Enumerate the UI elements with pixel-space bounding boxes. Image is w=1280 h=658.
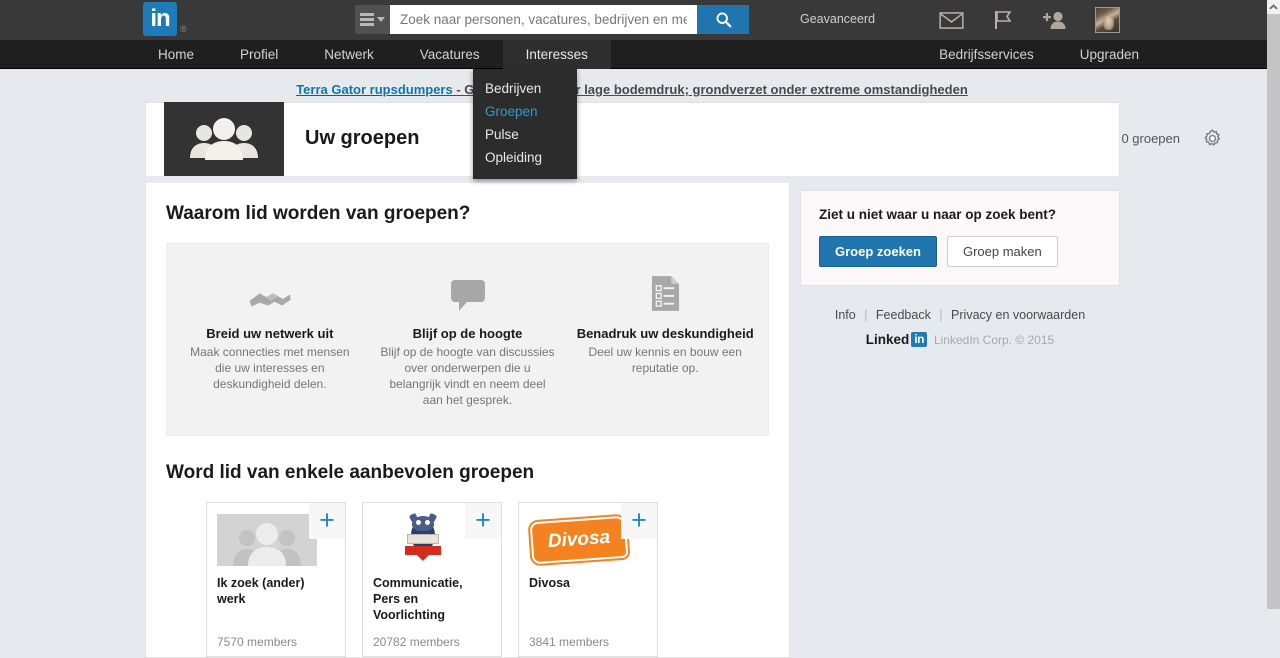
benefits-section-title: Waarom lid worden van groepen? [166,203,471,224]
ad-banner-text[interactable]: Terra Gator rupsdumpers - Grote banden v… [272,82,992,97]
group-name: Divosa [529,575,570,590]
scroll-up-button[interactable] [1267,0,1280,14]
create-group-button[interactable]: Groep maken [946,236,1058,267]
global-search [355,5,749,34]
registered-mark: ® [180,24,187,34]
page-header-card [145,102,1120,176]
join-group-button[interactable]: + [309,502,345,539]
group-logo: Divosa [529,513,629,568]
gear-icon[interactable] [1203,129,1222,153]
find-group-actions: Groep zoeken Groep maken [819,236,1101,267]
dropdown-item-bedrijven[interactable]: Bedrijven [473,77,577,100]
benefit-heading: Breid uw netwerk uit [206,326,334,341]
footer-link-feedback[interactable]: Feedback [876,308,931,322]
benefit-heading: Benadruk uw deskundigheid [576,326,754,341]
ad-banner-separator: - [452,82,465,97]
nav-item-interesses[interactable]: Interesses [502,40,611,69]
recommended-groups-list: + Ik zoek (ander) werk 7570 members + Co… [206,501,789,657]
divosa-logo-icon: Divosa [529,515,629,565]
nav-item-home[interactable]: Home [135,40,217,69]
top-bar-icon-group [925,0,1133,40]
footer-link-privacy[interactable]: Privacy en voorwaarden [951,308,1085,322]
page-title: Uw groepen [305,127,420,149]
dropdown-item-groepen[interactable]: Groepen [473,100,577,123]
footer-copyright-row: Linked in LinkedIn Corp. © 2015 [800,332,1120,347]
search-type-dropdown[interactable] [355,5,390,34]
linkedin-footer-badge: in [911,332,927,347]
join-group-button[interactable]: + [621,502,657,539]
recommended-section-title: Word lid van enkele aanbevolen groepen [166,461,535,483]
generic-group-placeholder-icon [217,514,317,567]
advanced-search-link[interactable]: Geavanceerd [800,12,875,26]
nav-right-group: Bedrijfsservices Upgraden [916,40,1162,69]
global-top-bar: in ® Geavanceerd [0,0,1267,40]
chevron-down-icon [377,17,385,22]
group-logo [373,512,473,568]
linkedin-footer-logo: Linked in [866,332,927,347]
handshake-icon [181,268,359,312]
group-name: Communicatie, Pers en Voorlichting [373,575,463,622]
groups-count: 0 groepen [1121,131,1180,146]
benefit-body: Blijf op de hoogte van discussies over o… [380,345,555,407]
group-member-count: 7570 members [217,634,298,649]
benefit-item: Benadruk uw deskundigheid Deel uw kennis… [566,268,764,409]
footer-links: Info | Feedback | Privacy en voorwaarden [800,308,1120,322]
nav-item-profiel[interactable]: Profiel [217,40,301,69]
nav-left-group: Home Profiel Netwerk Vacatures Interesse… [135,40,611,69]
linkedin-logo-mark: in [143,2,177,36]
plus-icon: + [631,505,647,536]
dropdown-item-pulse[interactable]: Pulse [473,123,577,146]
interesses-dropdown-menu: Bedrijven Groepen Pulse Opleiding [473,69,577,179]
footer-link-info[interactable]: Info [835,308,856,322]
groups-icon [164,102,284,176]
footer-divider: | [939,308,943,322]
benefits-panel: Breid uw netwerk uit Maak connecties met… [166,243,769,436]
copyright-text: LinkedIn Corp. © 2015 [933,332,1055,347]
linkedin-footer-word: Linked [865,332,910,347]
plus-icon: + [475,505,491,536]
plus-icon: + [319,505,335,536]
checklist-document-icon [576,268,754,312]
chevron-up-icon [1269,4,1278,10]
primary-navigation: Home Profiel Netwerk Vacatures Interesse… [0,40,1267,69]
search-submit-button[interactable] [697,5,749,34]
search-icon [716,12,731,28]
footer-divider: | [864,308,868,322]
linkedin-logo[interactable]: in ® [143,2,187,36]
join-group-button[interactable]: + [465,502,501,539]
benefit-body: Maak connecties met mensen die uw intere… [190,345,350,391]
avatar [1094,7,1120,33]
owl-logo-icon [403,512,443,566]
group-member-count: 20782 members [373,634,460,649]
nav-item-bedrijfsservices[interactable]: Bedrijfsservices [916,40,1057,69]
group-name: Ik zoek (ander) werk [217,575,305,606]
group-card[interactable]: Divosa + Divosa 3841 members [518,501,658,657]
nav-item-vacatures[interactable]: Vacatures [397,40,503,69]
group-card[interactable]: + Ik zoek (ander) werk 7570 members [206,501,346,657]
find-group-prompt: Ziet u niet waar u naar op zoek bent? [819,207,1057,222]
flag-icon[interactable] [977,0,1029,40]
search-input[interactable] [390,5,697,34]
page-scrollbar[interactable] [1267,0,1280,609]
hamburger-icon [360,13,374,26]
ad-banner-link[interactable]: Terra Gator rupsdumpers [296,82,453,97]
benefit-item: Blijf op de hoogte Blijf op de hoogte va… [369,268,567,409]
add-person-icon[interactable] [1029,0,1081,40]
benefit-item: Breid uw netwerk uit Maak connecties met… [171,268,369,409]
find-group-box: Ziet u niet waar u naar op zoek bent? Gr… [800,190,1120,286]
right-sidebar: Ziet u niet waar u naar op zoek bent? Gr… [800,190,1120,347]
group-logo [217,513,317,568]
nav-item-netwerk[interactable]: Netwerk [301,40,397,69]
speech-bubble-icon [379,268,557,312]
search-group-button[interactable]: Groep zoeken [819,236,937,267]
group-card[interactable]: + Communicatie, Pers en Voorlichting 207… [362,501,502,657]
mail-icon[interactable] [925,0,977,40]
main-content-column: Waarom lid worden van groepen? Breid uw … [145,183,790,658]
profile-avatar[interactable] [1081,0,1133,40]
dropdown-item-opleiding[interactable]: Opleiding [473,146,577,169]
group-member-count: 3841 members [529,634,610,649]
benefit-heading: Blijf op de hoogte [412,326,523,341]
benefit-body: Deel uw kennis en bouw een reputatie op. [588,345,742,376]
nav-item-upgraden[interactable]: Upgraden [1057,40,1162,69]
